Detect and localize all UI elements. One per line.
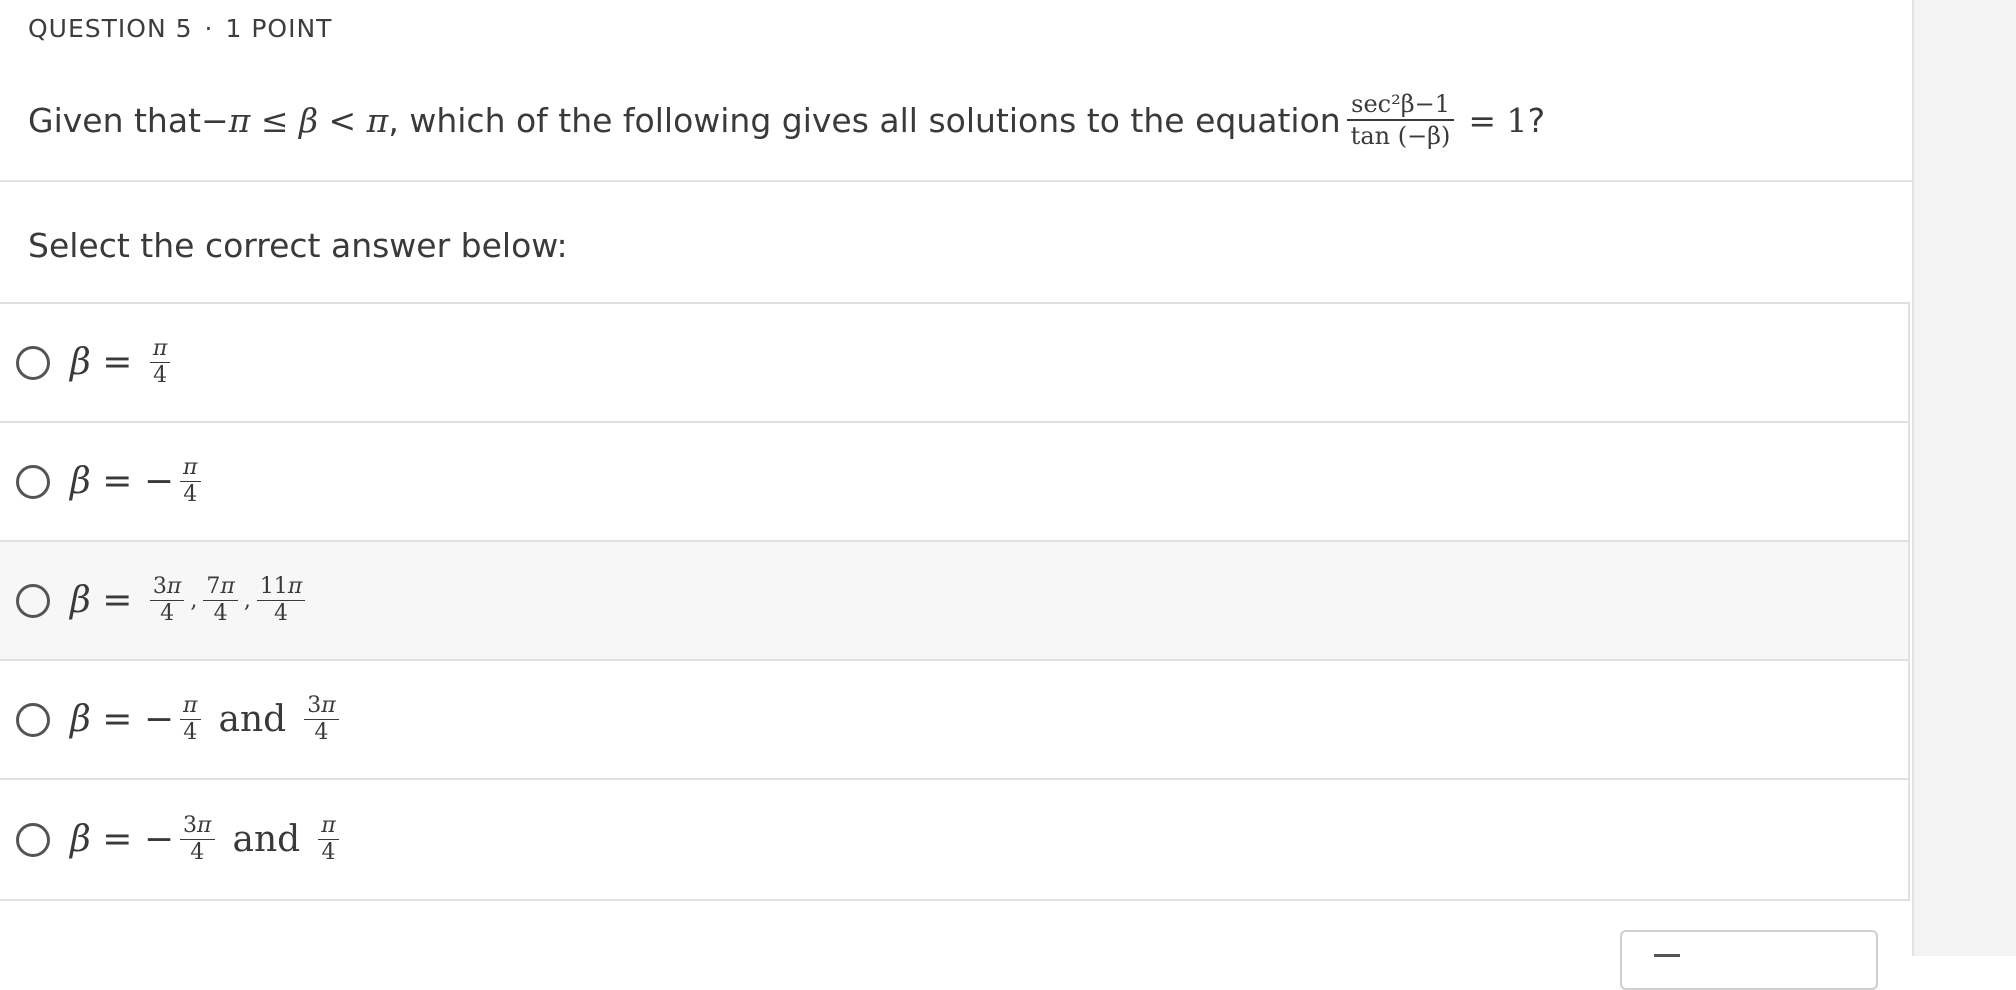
answer-option-label: β = − π4 bbox=[70, 455, 207, 508]
question-condition: −π ≤ β < π bbox=[201, 100, 389, 140]
answer-options: β = π4 β = − π4 β = 3π 4, 7π 4, 11π 4 β = bbox=[0, 302, 1910, 901]
answer-option-label: β = − 3π 4 and π4 bbox=[70, 813, 345, 866]
question-number: QUESTION 5 bbox=[28, 14, 193, 43]
question-text-after: , which of the following gives all solut… bbox=[388, 100, 1341, 140]
answer-option-3[interactable]: β = 3π 4, 7π 4, 11π 4 bbox=[0, 542, 1908, 661]
answer-prompt: Select the correct answer below: bbox=[28, 226, 568, 265]
radio-button[interactable] bbox=[16, 464, 50, 499]
button-icon bbox=[1654, 954, 1680, 983]
right-sidebar bbox=[1912, 0, 2016, 956]
answer-option-label: β = 3π 4, 7π 4, 11π 4 bbox=[70, 574, 311, 627]
header-separator: · bbox=[204, 14, 214, 43]
equation-trailing: ? bbox=[1527, 100, 1546, 140]
equation-fraction: sec²β−1 tan (−β) bbox=[1346, 89, 1455, 151]
header-divider bbox=[0, 180, 1912, 182]
answer-option-2[interactable]: β = − π4 bbox=[0, 423, 1908, 542]
question-text: Given that −π ≤ β < π , which of the fol… bbox=[28, 80, 1545, 160]
equation-denominator: tan (−β) bbox=[1350, 122, 1451, 150]
question-header: QUESTION 5 · 1 POINT bbox=[28, 14, 332, 43]
equation-numerator: sec²β−1 bbox=[1351, 90, 1450, 118]
answer-option-5[interactable]: β = − 3π 4 and π4 bbox=[0, 780, 1908, 899]
radio-button[interactable] bbox=[16, 345, 50, 380]
answer-option-label: β = − π4 and 3π 4 bbox=[70, 693, 345, 746]
question-points: 1 POINT bbox=[225, 14, 333, 43]
equation-rhs: = 1 bbox=[1468, 100, 1528, 140]
question-text-before: Given that bbox=[28, 100, 201, 140]
radio-button[interactable] bbox=[16, 822, 50, 857]
submit-button[interactable] bbox=[1620, 930, 1878, 990]
radio-button[interactable] bbox=[16, 702, 50, 737]
answer-option-4[interactable]: β = − π4 and 3π 4 bbox=[0, 661, 1908, 780]
question-panel: QUESTION 5 · 1 POINT Given that −π ≤ β < π… bbox=[0, 0, 1912, 990]
answer-option-1[interactable]: β = π4 bbox=[0, 304, 1908, 423]
answer-option-label: β = π4 bbox=[70, 336, 176, 389]
radio-button[interactable] bbox=[16, 583, 50, 618]
